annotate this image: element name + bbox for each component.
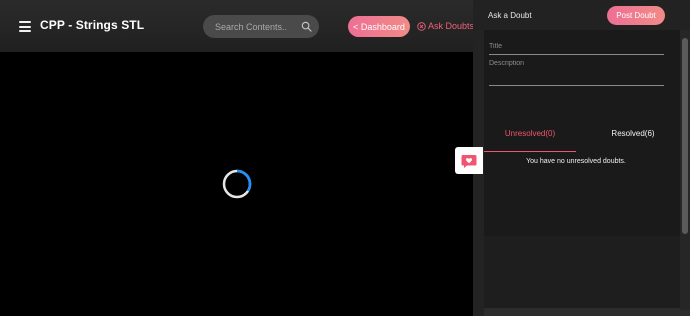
search-box[interactable] [203,15,319,38]
doubt-panel-header: Ask a Doubt Post Doubt [473,0,690,30]
ask-doubts-link[interactable]: Ask Doubts [417,21,474,31]
empty-state-message: You have no unresolved doubts. [526,158,626,165]
loading-spinner-icon [222,169,252,199]
panel-title: Ask a Doubt [488,11,532,20]
tab-unresolved[interactable]: Unresolved(0) [484,115,576,152]
dashboard-button[interactable]: < Dashboard [348,16,410,37]
doubt-panel: Ask a Doubt Post Doubt Unresolved(0) Res… [473,0,690,316]
close-circle-icon [417,21,426,31]
doubt-tabs-area: Unresolved(0) Resolved(6) You have no un… [484,115,690,236]
search-icon[interactable] [301,21,312,32]
scrollbar[interactable] [680,30,690,310]
doubt-title-field[interactable] [489,39,664,55]
tab-resolved[interactable]: Resolved(6) [576,115,690,152]
doubt-form [484,30,690,115]
course-title: CPP - Strings STL [40,18,145,32]
heart-chat-icon[interactable] [455,147,483,174]
ask-doubts-label: Ask Doubts [428,21,475,31]
panel-footer [484,308,690,316]
hamburger-menu-icon[interactable] [19,21,31,32]
search-input[interactable] [215,15,301,38]
doubt-description-field[interactable] [489,60,664,86]
heart-chat-glyph [461,154,477,168]
post-doubt-button[interactable]: Post Doubt [607,6,665,25]
panel-bottom-area [484,236,690,308]
scrollbar-thumb[interactable] [682,38,688,234]
video-content-area [0,52,484,316]
